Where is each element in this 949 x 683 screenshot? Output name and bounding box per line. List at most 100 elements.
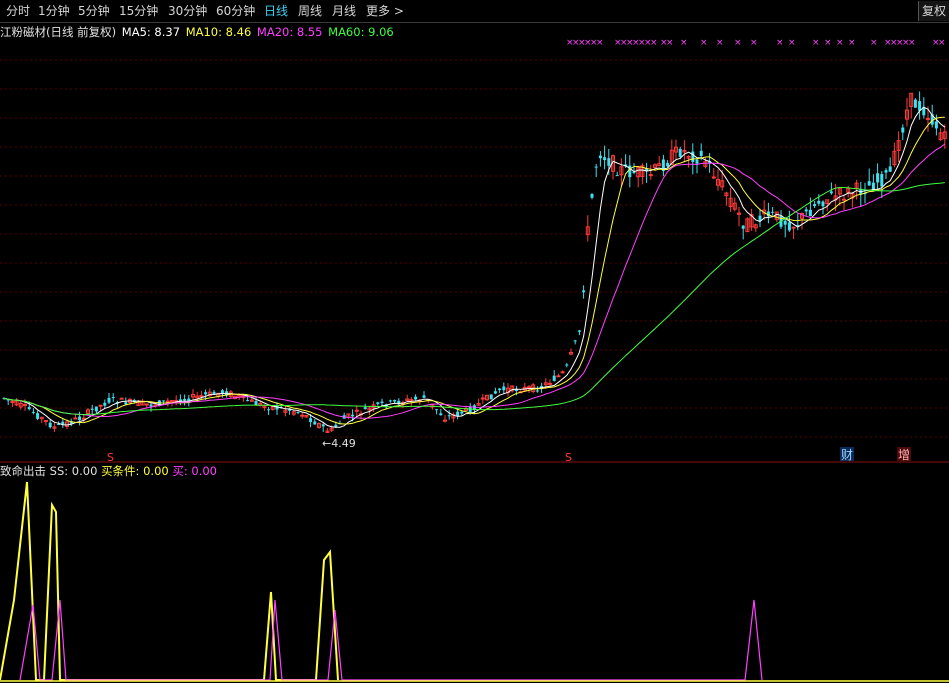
candle-body: [447, 415, 451, 417]
candle-body: [829, 191, 833, 194]
candle-body: [615, 175, 619, 177]
candle-body: [560, 371, 565, 374]
candle-body: [771, 211, 775, 213]
candle-body: [783, 220, 787, 225]
candle-body: [648, 174, 653, 177]
candle-body: [880, 174, 884, 187]
candle-body: [149, 404, 153, 407]
candle-body: [577, 330, 581, 332]
candle-body: [334, 424, 338, 427]
buy-line: [19, 599, 763, 681]
candle-body: [351, 414, 355, 417]
candle-body: [502, 386, 506, 391]
x-mark: ×: [870, 38, 878, 48]
candle-body: [603, 157, 607, 161]
candle-body: [590, 193, 594, 198]
candle-body: [376, 402, 380, 405]
candle-body: [548, 382, 552, 385]
candle-body: [460, 411, 464, 414]
candle-body: [183, 398, 187, 401]
x-mark: ×: [824, 38, 832, 48]
candle-body: [666, 162, 670, 167]
candle-body: [480, 397, 485, 400]
candle-body: [36, 413, 40, 419]
candle-body: [901, 127, 905, 133]
candle-body: [111, 397, 115, 399]
candle-body: [804, 209, 808, 212]
candle-body: [607, 158, 611, 166]
x-mark: ×: [836, 38, 844, 48]
candle-body: [556, 375, 561, 378]
x-mark: ×: [908, 38, 916, 48]
candle-body: [246, 400, 250, 402]
candle-body: [678, 148, 682, 157]
candle-body: [498, 388, 502, 391]
candle-body: [456, 411, 460, 417]
candle-body: [527, 386, 531, 389]
x-mark: ×: [776, 38, 784, 48]
ma20-line: [3, 143, 946, 419]
candle-body: [388, 400, 392, 402]
candle-body: [884, 170, 888, 173]
candle-body: [309, 418, 313, 423]
candle-body: [124, 402, 128, 405]
candle-body: [165, 400, 170, 403]
candle-body: [94, 406, 98, 412]
candle-body: [73, 417, 78, 420]
candle-body: [23, 404, 27, 407]
candle-body: [393, 400, 397, 402]
candle-body: [913, 99, 917, 108]
sell-marker-1[interactable]: S: [107, 451, 114, 464]
x-mark: ×: [650, 38, 658, 48]
candle-body: [103, 402, 107, 406]
signal-x-marks: ×××××× ××××××× ×× × × × × × × × × × × × × ××××× ××: [566, 38, 946, 48]
sell-marker-2[interactable]: S: [565, 451, 572, 464]
candle-body: [489, 394, 493, 400]
candle-body: [212, 391, 216, 395]
x-mark: ×: [788, 38, 796, 48]
candle-body: [170, 400, 174, 403]
candle-body: [821, 201, 825, 207]
candle-body: [439, 413, 443, 416]
candle-body: [48, 422, 52, 428]
candle-body: [107, 397, 111, 403]
x-mark: ×: [938, 38, 946, 48]
candle-body: [867, 181, 871, 186]
x-mark: ×: [750, 38, 758, 48]
candle-body: [313, 421, 317, 425]
ma10-line: [3, 116, 945, 425]
candle-body: [267, 409, 271, 411]
candle-body: [808, 209, 812, 217]
candle-body: [27, 406, 31, 410]
candle-body: [78, 416, 82, 421]
candle-body: [817, 200, 821, 204]
candle-body: [254, 400, 258, 406]
candle-body: [695, 159, 699, 164]
x-mark: ×: [596, 38, 604, 48]
candle-body: [300, 414, 305, 417]
event-markers: S S 财 增 ←4.49: [107, 437, 911, 464]
candle-body: [598, 155, 602, 159]
candle-body: [144, 403, 149, 406]
candle-body: [691, 151, 695, 163]
candle-body: [493, 391, 497, 394]
kline-chart[interactable]: ×××××× ××××××× ×× × × × × × × × × × × × × ××××× ×× S S 财…: [0, 0, 949, 683]
candle-body: [90, 408, 94, 410]
x-mark: ×: [716, 38, 724, 48]
candle-body: [414, 396, 418, 400]
candle-body: [594, 166, 598, 168]
candle-body: [711, 176, 716, 179]
finance-marker[interactable]: 财: [841, 448, 853, 462]
x-mark: ×: [734, 38, 742, 48]
price-gridlines: [0, 59, 949, 438]
add-issue-marker[interactable]: 增: [898, 448, 910, 462]
x-mark: ×: [666, 38, 674, 48]
candle-body: [842, 198, 846, 201]
candle-body: [876, 173, 880, 183]
candle-body: [321, 424, 325, 427]
candle-body: [296, 412, 300, 414]
x-mark: ×: [700, 38, 708, 48]
candle-body: [699, 150, 703, 156]
candle-body: [162, 400, 166, 402]
candle-body: [81, 417, 86, 420]
